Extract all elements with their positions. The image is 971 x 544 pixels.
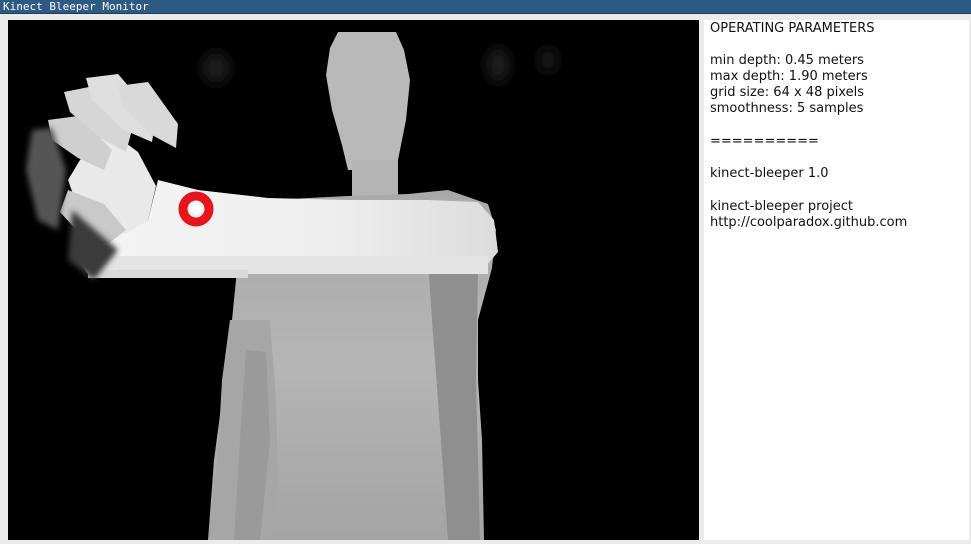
tracking-marker [178, 191, 214, 227]
grid-size-text: grid size: 64 x 48 pixels [710, 85, 865, 100]
body-silhouette [208, 32, 496, 540]
separator-text: ========== [710, 134, 819, 149]
operating-parameters-panel: OPERATING PARAMETERS min depth: 0.45 met… [704, 20, 969, 540]
min-depth-text: min depth: 0.45 meters [710, 53, 864, 68]
window-title: Kinect Bleeper Monitor [3, 0, 149, 13]
app-window: Kinect Bleeper Monitor OPERATING PARAMET… [0, 0, 971, 544]
parameters-heading: OPERATING PARAMETERS [710, 21, 875, 36]
depth-camera-view [8, 20, 699, 540]
project-text: kinect-bleeper project [710, 199, 854, 214]
smoothness-text: smoothness: 5 samples [710, 101, 864, 116]
depth-image [26, 32, 558, 540]
bottom-border [0, 540, 971, 544]
max-depth-text: max depth: 1.90 meters [710, 69, 868, 84]
version-text: kinect-bleeper 1.0 [710, 166, 829, 181]
project-url-text: http://coolparadox.github.com [710, 215, 908, 230]
title-bar[interactable]: Kinect Bleeper Monitor [0, 0, 971, 14]
